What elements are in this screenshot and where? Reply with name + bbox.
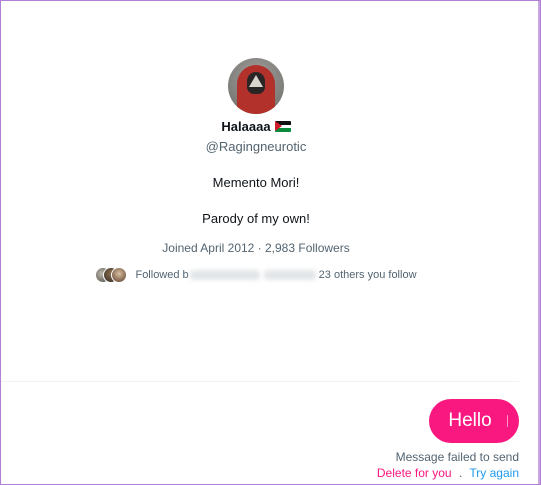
bio-line-2: Parody of my own!	[202, 211, 310, 226]
delete-for-you-link[interactable]: Delete for you	[377, 466, 452, 480]
error-indicator-icon	[507, 415, 508, 427]
profile-summary: Halaaaa @Ragingneurotic Memento Mori! Pa…	[1, 58, 511, 283]
display-name[interactable]: Halaaaa	[221, 119, 270, 134]
divider	[1, 381, 519, 382]
display-name-row[interactable]: Halaaaa	[1, 119, 511, 134]
user-handle[interactable]: @Ragingneurotic	[1, 139, 511, 154]
palestine-flag-icon	[274, 121, 291, 132]
avatar-mask-symbol	[249, 75, 263, 87]
action-separator: .	[458, 466, 463, 480]
follower-avatar	[111, 267, 128, 283]
scrollbar[interactable]	[538, 1, 540, 484]
message-text: Hello	[448, 410, 492, 431]
dm-conversation-panel: Halaaaa @Ragingneurotic Memento Mori! Pa…	[0, 0, 541, 485]
message-bubble[interactable]: Hello	[429, 399, 519, 443]
follower-avatars	[95, 267, 128, 283]
followed-by-row[interactable]: Followed b 23 others you follow	[1, 267, 511, 283]
send-failed-status: Message failed to send	[395, 450, 519, 464]
failed-message-actions: Delete for you . Try again	[377, 466, 519, 480]
blurred-name	[263, 270, 316, 280]
try-again-link[interactable]: Try again	[469, 466, 519, 480]
avatar[interactable]	[228, 58, 284, 114]
bio-line-1: Memento Mori!	[212, 175, 300, 190]
blurred-name	[189, 270, 260, 280]
followed-by-suffix: 23 others you follow	[318, 269, 417, 281]
joined-followers-info: Joined April 2012 · 2,983 Followers	[162, 241, 350, 255]
followed-by-prefix: Followed b	[135, 269, 189, 281]
